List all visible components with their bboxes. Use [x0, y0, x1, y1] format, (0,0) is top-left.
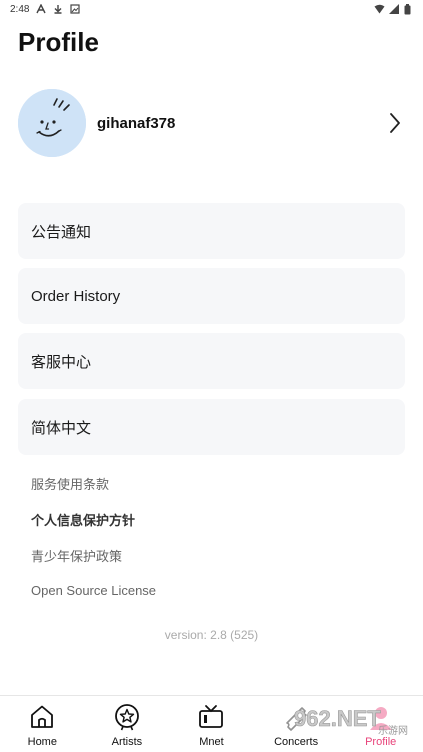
menu-item-label: 简体中文 [31, 419, 92, 437]
menu-item-announcements[interactable]: 公告通知 [18, 203, 405, 259]
wifi-icon [374, 4, 385, 14]
status-left: 2:48 [10, 3, 81, 15]
ticket-icon [286, 707, 307, 731]
status-bar: 2:48 [0, 0, 423, 18]
link-youth-protection[interactable]: 青少年保护政策 [31, 546, 122, 565]
nav-label: Mnet [199, 736, 224, 748]
profile-icon [369, 707, 392, 730]
nav-concerts[interactable]: Concerts [254, 696, 339, 752]
avatar [18, 89, 86, 157]
menu-item-customer-service[interactable]: 客服中心 [18, 333, 405, 389]
nav-artists[interactable]: Artists [85, 696, 170, 752]
profile-row[interactable]: gihanaf378 [18, 89, 405, 157]
tv-icon [199, 705, 224, 728]
menu-item-order-history[interactable]: Order History [18, 268, 405, 324]
link-open-source-license[interactable]: Open Source License [31, 583, 156, 598]
menu-item-label: Order History [31, 287, 121, 305]
profile-screen: 2:48 Profile gihanaf378 公告通知 Order Histo… [0, 0, 423, 752]
nav-label: Concerts [274, 736, 319, 748]
link-privacy-policy[interactable]: 个人信息保护方针 [31, 510, 135, 529]
image-icon [70, 4, 81, 14]
signal-icon [389, 4, 399, 14]
chevron-right-icon[interactable] [385, 111, 405, 135]
notification-a-icon [36, 3, 47, 14]
nav-label: Profile [365, 736, 397, 748]
link-terms-of-service[interactable]: 服务使用条款 [31, 474, 109, 493]
nav-home[interactable]: Home [0, 696, 85, 752]
username: gihanaf378 [97, 114, 176, 132]
nav-label: Home [27, 736, 57, 748]
status-right [374, 4, 414, 15]
app-version: version: 2.8 (525) [164, 628, 259, 642]
nav-mnet[interactable]: Mnet [169, 696, 254, 752]
star-badge-icon [114, 704, 139, 731]
menu-item-label: 客服中心 [31, 353, 92, 371]
bottom-nav: Home Artists Mnet Concerts Profile [0, 695, 423, 752]
nav-profile[interactable]: Profile [338, 696, 423, 752]
page-title: Profile [18, 27, 99, 57]
battery-icon [404, 4, 414, 15]
home-icon [31, 705, 54, 728]
menu-item-label: 公告通知 [31, 223, 92, 241]
nav-label: Artists [111, 736, 143, 748]
menu-item-language[interactable]: 简体中文 [18, 399, 405, 455]
smiley-face-icon [18, 89, 86, 157]
status-time: 2:48 [10, 3, 30, 15]
download-icon [53, 4, 63, 14]
